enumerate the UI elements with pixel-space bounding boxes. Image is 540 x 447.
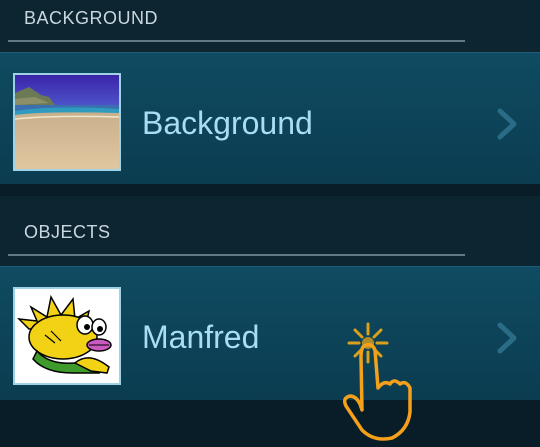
row-gap — [0, 184, 540, 196]
beach-landscape-thumbnail-icon — [13, 73, 121, 171]
chevron-right-icon — [497, 108, 517, 140]
chevron-right-icon — [497, 322, 517, 354]
list-item-label: Manfred — [142, 319, 260, 355]
list-item-label: Background — [142, 105, 313, 141]
section-divider — [8, 40, 465, 42]
section-title: BACKGROUND — [24, 8, 159, 28]
section-title: OBJECTS — [24, 222, 111, 242]
section-header-objects: OBJECTS — [0, 196, 540, 266]
yellow-fish-creature-thumbnail-icon — [13, 287, 121, 385]
list-item-manfred[interactable]: Manfred — [0, 266, 540, 401]
row-gap — [0, 400, 540, 447]
beach-image — [15, 75, 119, 169]
object-list-screen: { "sections": [ { "title": "BACKGROUND",… — [0, 0, 540, 447]
tap-hand-cursor-icon — [342, 322, 412, 441]
manfred-character-image — [16, 294, 112, 374]
list-item-background[interactable]: Background — [0, 52, 540, 185]
section-divider — [8, 254, 465, 256]
section-header-background: BACKGROUND — [0, 0, 540, 52]
